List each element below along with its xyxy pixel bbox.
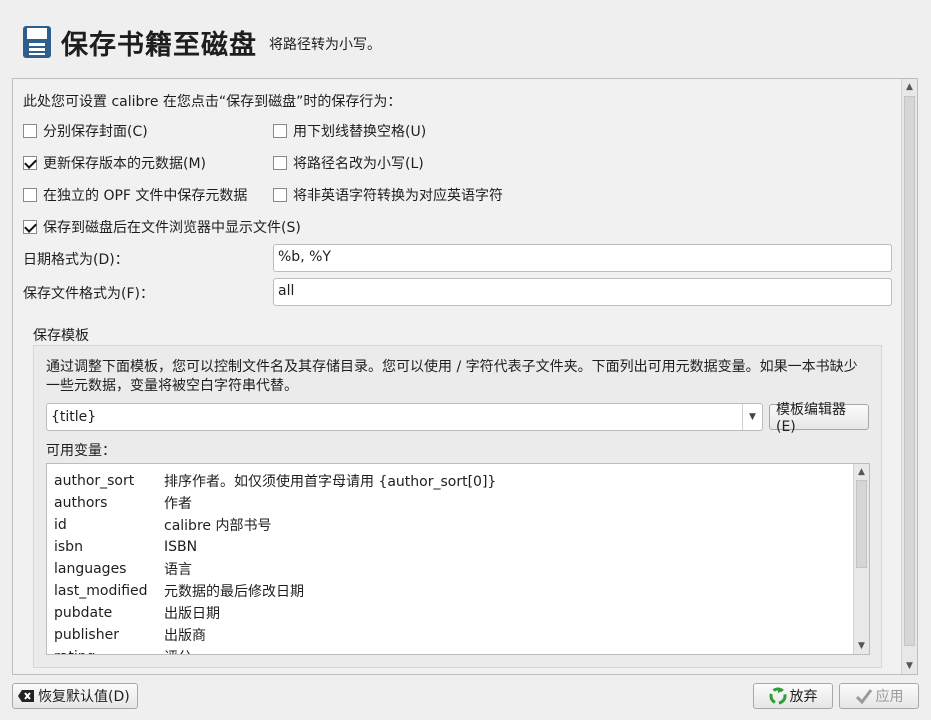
variable-name: author_sort <box>54 473 135 489</box>
file-format-label: 保存文件格式为(F)： <box>23 286 154 302</box>
checkbox-box[interactable] <box>23 124 37 138</box>
restore-defaults-label: 恢复默认值(D) <box>38 689 130 705</box>
list-item[interactable]: authors 作者 <box>47 492 853 514</box>
checkbox-box[interactable] <box>273 124 287 138</box>
template-group-title: 保存模板 <box>33 328 89 344</box>
scroll-up-icon[interactable]: ▲ <box>854 464 869 480</box>
list-item[interactable]: isbn ISBN <box>47 536 853 558</box>
list-item[interactable]: author_sort 排序作者。如仅须使用首字母请用 {author_sort[… <box>47 470 853 492</box>
variable-name: id <box>54 517 67 533</box>
scrollbar-thumb[interactable] <box>856 480 867 568</box>
list-item[interactable]: last_modified 元数据的最后修改日期 <box>47 580 853 602</box>
save-cover-label: 分别保存封面(C) <box>43 124 148 140</box>
checkbox-box[interactable] <box>273 188 287 202</box>
apply-button[interactable]: 应用 <box>839 683 919 709</box>
checkbox-box[interactable] <box>23 220 37 234</box>
scroll-down-icon[interactable]: ▼ <box>854 638 869 654</box>
variable-desc: calibre 内部书号 <box>164 518 272 534</box>
page-title: 保存书籍至磁盘 <box>61 29 257 61</box>
update-metadata-label: 更新保存版本的元数据(M) <box>43 156 207 172</box>
date-format-input[interactable]: %b, %Y <box>273 244 892 272</box>
variables-scrollbar[interactable]: ▲ ▼ <box>853 464 869 654</box>
variable-name: isbn <box>54 539 83 555</box>
variable-name: last_modified <box>54 583 148 599</box>
scroll-down-icon[interactable]: ▼ <box>902 658 917 674</box>
save-cover-checkbox[interactable]: 分别保存封面(C) <box>23 121 148 141</box>
template-description: 通过调整下面模板，您可以控制文件名及其存储目录。您可以使用 / 字符代表子文件夹… <box>46 359 858 394</box>
variable-name: pubdate <box>54 605 113 621</box>
recycle-icon <box>769 687 787 705</box>
list-item[interactable]: rating评分 <box>47 646 853 654</box>
variable-desc: 作者 <box>164 496 192 512</box>
page-subtitle: 将路径转为小写。 <box>269 37 381 53</box>
list-item[interactable]: publisher 出版商 <box>47 624 853 646</box>
apply-label: 应用 <box>875 689 904 705</box>
discard-label: 放弃 <box>789 689 818 705</box>
settings-panel: 此处您可设置 calibre 在您点击“保存到磁盘”时的保存行为： 分别保存封面… <box>12 78 918 675</box>
ascii-filename-label: 将非英语字符转换为对应英语字符 <box>293 188 503 204</box>
variable-desc: 元数据的最后修改日期 <box>164 584 304 600</box>
variable-name: publisher <box>54 627 119 643</box>
variables-list[interactable]: author_sort 排序作者。如仅须使用首字母请用 {author_sort[… <box>46 463 870 655</box>
replace-underscore-label: 用下划线替换空格(U) <box>293 124 427 140</box>
discard-button[interactable]: 放弃 <box>753 683 833 709</box>
variable-desc: 出版商 <box>164 628 206 644</box>
variable-desc: 评分 <box>164 647 853 654</box>
ascii-filename-checkbox[interactable]: 将非英语字符转换为对应英语字符 <box>273 185 503 205</box>
checkbox-box[interactable] <box>273 156 287 170</box>
restore-defaults-button[interactable]: 恢复默认值(D) <box>12 683 138 709</box>
template-group: 通过调整下面模板，您可以控制文件名及其存储目录。您可以使用 / 字符代表子文件夹… <box>33 345 882 668</box>
floppy-disk-icon <box>23 26 51 58</box>
replace-underscore-checkbox[interactable]: 用下划线替换空格(U) <box>273 121 426 141</box>
variable-name: authors <box>54 495 108 511</box>
scroll-up-icon[interactable]: ▲ <box>902 79 917 95</box>
checkbox-box[interactable] <box>23 188 37 202</box>
template-value: {title} <box>51 409 97 425</box>
list-item[interactable]: id calibre 内部书号 <box>47 514 853 536</box>
separate-opf-checkbox[interactable]: 在独立的 OPF 文件中保存元数据 <box>23 185 247 205</box>
lowercase-path-checkbox[interactable]: 将路径名改为小写(L) <box>273 153 424 173</box>
page-header: 保存书籍至磁盘 将路径转为小写。 <box>22 22 381 62</box>
show-in-browser-checkbox[interactable]: 保存到磁盘后在文件浏览器中显示文件(S) <box>23 217 301 237</box>
show-in-browser-label: 保存到磁盘后在文件浏览器中显示文件(S) <box>43 220 301 236</box>
intro-text: 此处您可设置 calibre 在您点击“保存到磁盘”时的保存行为： <box>23 94 402 110</box>
settings-content: 此处您可设置 calibre 在您点击“保存到磁盘”时的保存行为： 分别保存封面… <box>13 79 901 674</box>
checkmark-icon <box>855 688 873 704</box>
template-combobox[interactable]: {title} ▼ <box>46 403 763 431</box>
variables-rows: author_sort 排序作者。如仅须使用首字母请用 {author_sort[… <box>47 470 853 654</box>
variable-name: rating <box>47 649 164 654</box>
file-format-input[interactable]: all <box>273 278 892 306</box>
list-item[interactable]: languages 语言 <box>47 558 853 580</box>
variable-desc: 排序作者。如仅须使用首字母请用 {author_sort[0]} <box>164 474 497 490</box>
chevron-down-icon[interactable]: ▼ <box>742 404 762 430</box>
scrollbar-thumb[interactable] <box>904 96 915 646</box>
panel-scrollbar[interactable]: ▲ ▼ <box>901 79 917 674</box>
variables-label: 可用变量： <box>46 443 116 459</box>
date-format-label: 日期格式为(D)： <box>23 252 129 268</box>
lowercase-path-label: 将路径名改为小写(L) <box>293 156 424 172</box>
variable-desc: 语言 <box>164 562 192 578</box>
close-x-icon <box>17 689 35 703</box>
template-editor-button[interactable]: 模板编辑器(E) <box>769 402 869 435</box>
variable-name: languages <box>54 561 127 577</box>
list-item[interactable]: pubdate 出版日期 <box>47 602 853 624</box>
separate-opf-label: 在独立的 OPF 文件中保存元数据 <box>43 188 248 204</box>
variable-desc: 出版日期 <box>164 606 220 622</box>
variable-desc: ISBN <box>164 539 198 555</box>
update-metadata-checkbox[interactable]: 更新保存版本的元数据(M) <box>23 153 206 173</box>
checkbox-box[interactable] <box>23 156 37 170</box>
